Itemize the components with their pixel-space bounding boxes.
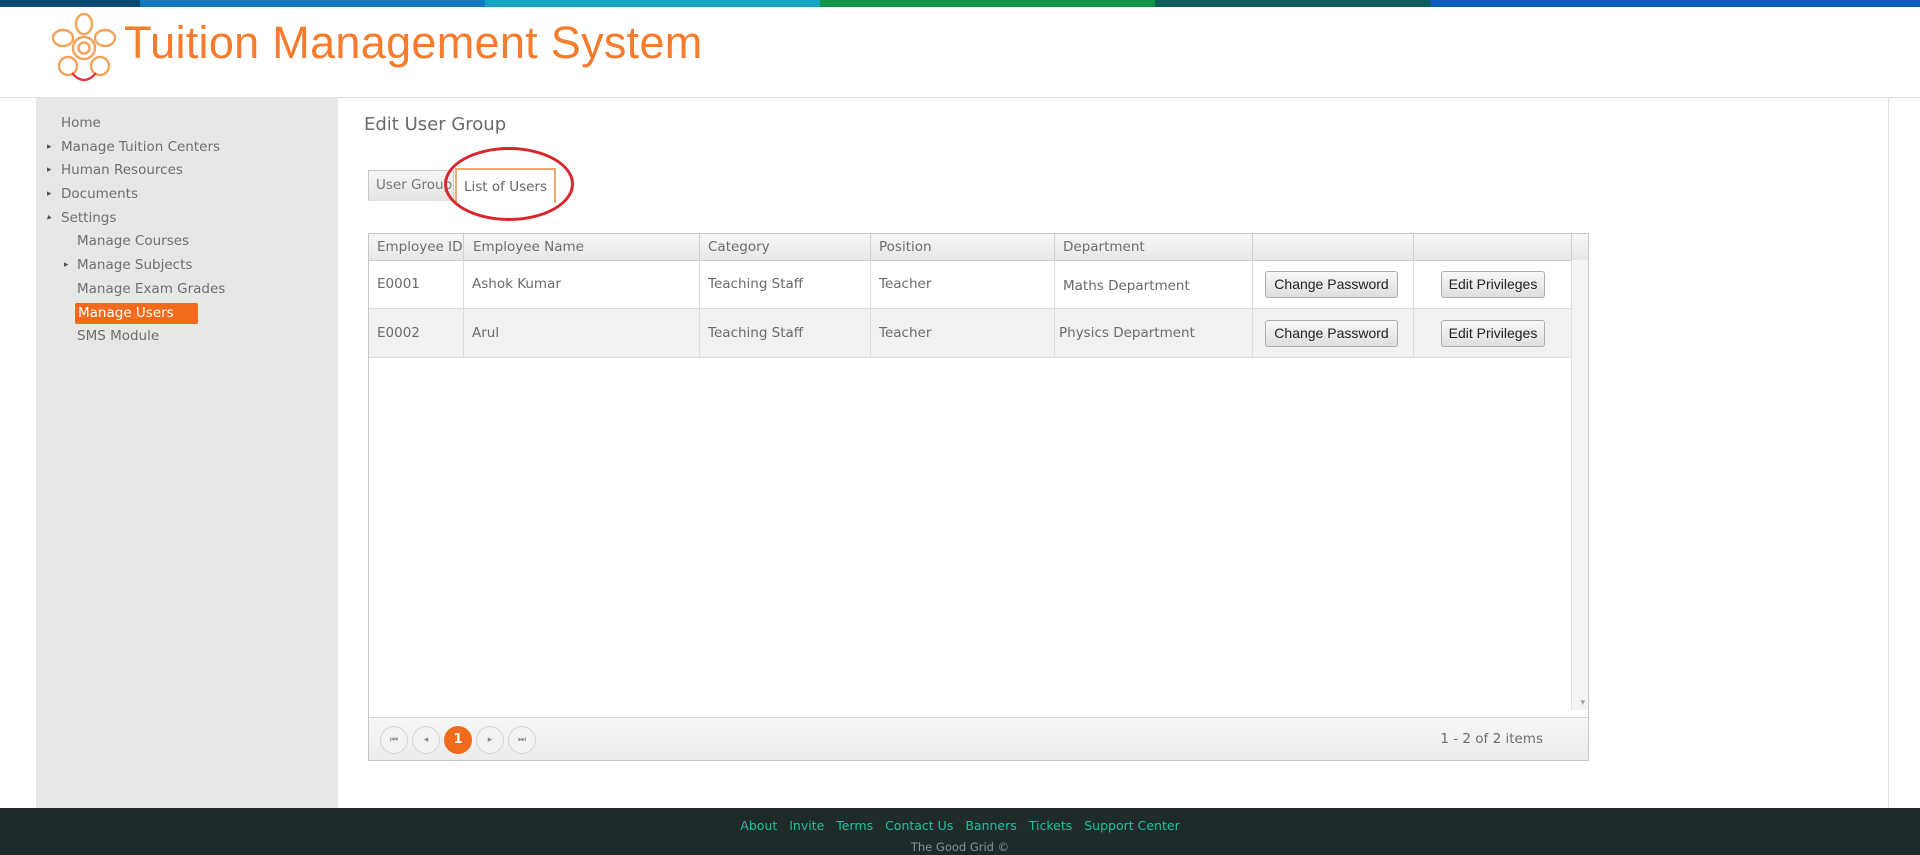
next-page-icon: ▸ <box>487 735 493 745</box>
sidebar-item-manage-tuition-centers[interactable]: ▸ Manage Tuition Centers <box>36 136 338 160</box>
edit-privileges-button[interactable]: Edit Privileges <box>1441 320 1545 347</box>
grid-pager: ⏮ ◂ 1 ▸ ⏭ 1 - 2 of 2 items <box>369 717 1588 760</box>
sidebar-item-human-resources[interactable]: ▸ Human Resources <box>36 159 338 183</box>
cell-employee-name: Ashok Kumar <box>464 260 700 309</box>
last-page-button[interactable]: ⏭ <box>508 726 536 754</box>
tab-list-of-users[interactable]: List of Users <box>455 168 556 203</box>
column-header-actions-1 <box>1253 234 1414 260</box>
cell-actions-2: Edit Privileges <box>1414 309 1571 358</box>
footer-links: About Invite Terms Contact Us Banners Ti… <box>0 818 1920 833</box>
footer-link-contact-us[interactable]: Contact Us <box>885 818 953 833</box>
users-grid: Employee ID Employee Name Category Posit… <box>368 233 1589 761</box>
sidebar-item-settings[interactable]: ◂ Settings <box>36 207 338 231</box>
expand-arrow-icon[interactable]: ▸ <box>47 159 52 183</box>
prev-page-icon: ◂ <box>423 735 429 745</box>
first-page-icon: ⏮ <box>389 735 399 745</box>
footer-link-terms[interactable]: Terms <box>836 818 873 833</box>
top-color-strip <box>0 0 1920 7</box>
next-page-button[interactable]: ▸ <box>476 726 504 754</box>
cell-category: Teaching Staff <box>700 309 871 358</box>
cell-department: Physics Department <box>1055 309 1253 358</box>
column-header-actions-2 <box>1414 234 1572 260</box>
cell-position: Teacher <box>871 260 1055 309</box>
app-title: Tuition Management System <box>124 17 703 68</box>
copyright: The Good Grid © <box>910 840 1010 854</box>
footer-link-support-center[interactable]: Support Center <box>1084 818 1179 833</box>
cell-employee-id: E0002 <box>369 309 464 358</box>
sidebar-item-label: Manage Users <box>75 302 198 324</box>
edit-privileges-button[interactable]: Edit Privileges <box>1441 271 1545 298</box>
sidebar-item-manage-users[interactable]: Manage Users <box>36 302 338 326</box>
sidebar-item-label: SMS Module <box>77 328 160 345</box>
footer-link-invite[interactable]: Invite <box>789 818 824 833</box>
cell-employee-id: E0001 <box>369 260 464 309</box>
expand-arrow-icon[interactable]: ▸ <box>47 183 52 207</box>
expand-arrow-icon[interactable]: ▸ <box>47 136 52 160</box>
last-page-icon: ⏭ <box>517 735 527 745</box>
column-header-category[interactable]: Category <box>700 234 871 260</box>
sidebar-item-manage-courses[interactable]: Manage Courses <box>36 230 338 254</box>
page-title: Edit User Group <box>364 114 507 135</box>
scroll-down-arrow-icon[interactable]: ▾ <box>1580 698 1585 708</box>
footer: About Invite Terms Contact Us Banners Ti… <box>0 808 1920 855</box>
expand-arrow-icon[interactable]: ▸ <box>64 254 69 278</box>
sidebar-item-label: Home <box>61 115 101 131</box>
table-row[interactable]: E0001 Ashok Kumar Teaching Staff Teacher… <box>369 260 1571 309</box>
column-header-department[interactable]: Department <box>1055 234 1253 260</box>
pager-info: 1 - 2 of 2 items <box>1440 731 1543 747</box>
sidebar: Home ▸ Manage Tuition Centers ▸ Human Re… <box>36 98 338 808</box>
sidebar-item-sms-module[interactable]: SMS Module <box>36 325 338 349</box>
logo-icon <box>51 12 117 82</box>
sidebar-item-label: Manage Tuition Centers <box>61 138 221 155</box>
sidebar-item-label: Documents <box>61 186 138 203</box>
sidebar-item-label: Manage Exam Grades <box>77 280 226 297</box>
sidebar-item-documents[interactable]: ▸ Documents <box>36 183 338 207</box>
cell-actions-1: Change Password <box>1253 309 1414 358</box>
column-header-employee-id[interactable]: Employee ID <box>369 234 464 260</box>
column-header-employee-name[interactable]: Employee Name <box>464 234 700 260</box>
current-page-button[interactable]: 1 <box>444 726 472 754</box>
sidebar-item-label: Manage Courses <box>77 233 190 250</box>
sidebar-nav: Home ▸ Manage Tuition Centers ▸ Human Re… <box>36 112 338 349</box>
column-header-position[interactable]: Position <box>871 234 1055 260</box>
sidebar-item-label: Settings <box>61 209 117 226</box>
change-password-button[interactable]: Change Password <box>1265 320 1398 347</box>
cell-department: Maths Department <box>1055 260 1253 309</box>
cell-employee-name: Arul <box>464 309 700 358</box>
cell-category: Teaching Staff <box>700 260 871 309</box>
sidebar-item-manage-exam-grades[interactable]: Manage Exam Grades <box>36 278 338 302</box>
collapse-arrow-icon[interactable]: ◂ <box>39 209 59 229</box>
table-row[interactable]: E0002 Arul Teaching Staff Teacher Physic… <box>369 309 1571 358</box>
sidebar-item-manage-subjects[interactable]: ▸ Manage Subjects <box>36 254 338 278</box>
footer-link-about[interactable]: About <box>740 818 777 833</box>
tab-user-group[interactable]: User Group <box>368 170 454 201</box>
cell-position: Teacher <box>871 309 1055 358</box>
change-password-button[interactable]: Change Password <box>1265 271 1398 298</box>
grid-scrollbar[interactable]: ▾ <box>1571 260 1588 710</box>
sidebar-item-label: Human Resources <box>61 162 183 179</box>
sidebar-item-label: Manage Subjects <box>77 257 193 274</box>
app-header: Tuition Management System <box>0 7 1920 98</box>
grid-header: Employee ID Employee Name Category Posit… <box>369 234 1588 261</box>
sidebar-item-home[interactable]: Home <box>36 112 338 136</box>
cell-actions-1: Change Password <box>1253 260 1414 309</box>
footer-link-banners[interactable]: Banners <box>965 818 1016 833</box>
prev-page-button[interactable]: ◂ <box>412 726 440 754</box>
first-page-button[interactable]: ⏮ <box>380 726 408 754</box>
footer-link-tickets[interactable]: Tickets <box>1029 818 1073 833</box>
cell-actions-2: Edit Privileges <box>1414 260 1571 309</box>
